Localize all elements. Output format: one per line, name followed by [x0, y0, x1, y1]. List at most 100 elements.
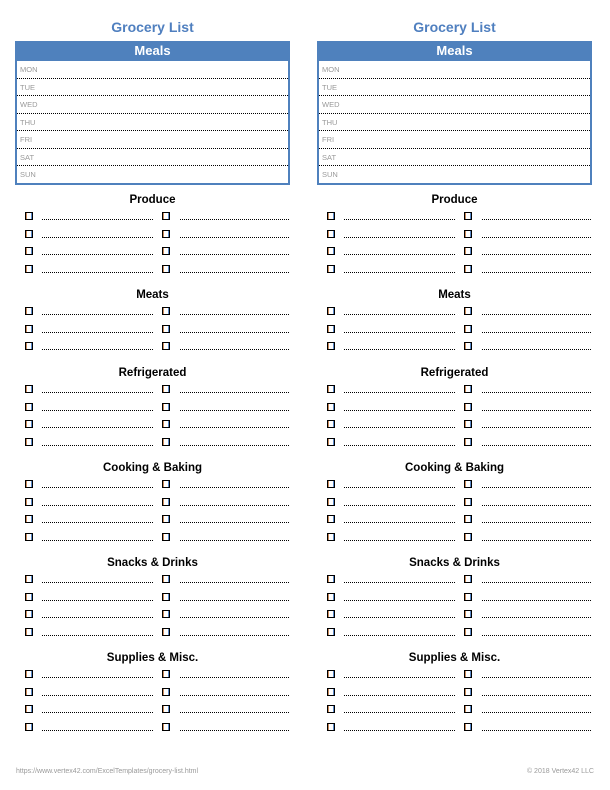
meal-row-wed[interactable]: WED [319, 96, 590, 114]
checkbox[interactable] [327, 324, 335, 333]
meal-row-mon[interactable]: MON [319, 61, 590, 79]
checkbox[interactable] [327, 532, 335, 541]
checkbox[interactable] [25, 575, 33, 583]
checkbox[interactable] [464, 497, 472, 506]
item-entry-line[interactable] [344, 427, 455, 428]
item-entry-line[interactable] [344, 392, 455, 393]
checkbox[interactable] [327, 705, 335, 713]
item-entry-line[interactable] [482, 617, 591, 618]
item-entry-line[interactable] [42, 582, 153, 583]
item-entry-line[interactable] [344, 254, 455, 255]
item-entry-line[interactable] [344, 314, 455, 315]
checkbox[interactable] [327, 247, 335, 255]
item-entry-line[interactable] [42, 712, 153, 713]
item-entry-line[interactable] [42, 504, 153, 506]
meal-row-fri[interactable]: FRI [17, 131, 288, 149]
checkbox[interactable] [162, 627, 170, 636]
item-entry-line[interactable] [344, 634, 455, 636]
item-entry-line[interactable] [482, 694, 591, 696]
checkbox[interactable] [25, 592, 33, 601]
item-entry-line[interactable] [180, 634, 289, 636]
checkbox[interactable] [327, 722, 335, 731]
checkbox[interactable] [25, 610, 33, 618]
item-entry-line[interactable] [180, 539, 289, 541]
item-entry-line[interactable] [180, 254, 289, 255]
checkbox[interactable] [162, 610, 170, 618]
checkbox[interactable] [162, 515, 170, 523]
item-entry-line[interactable] [344, 522, 455, 523]
checkbox[interactable] [327, 670, 335, 678]
meal-row-tue[interactable]: TUE [17, 79, 288, 96]
item-entry-line[interactable] [42, 599, 153, 601]
item-entry-line[interactable] [482, 504, 591, 506]
checkbox[interactable] [327, 385, 335, 393]
item-entry-line[interactable] [180, 617, 289, 618]
checkbox[interactable] [162, 212, 170, 220]
item-entry-line[interactable] [180, 504, 289, 506]
checkbox[interactable] [327, 307, 335, 315]
checkbox[interactable] [162, 687, 170, 696]
checkbox[interactable] [162, 247, 170, 255]
checkbox[interactable] [327, 627, 335, 636]
item-entry-line[interactable] [344, 677, 455, 678]
item-entry-line[interactable] [344, 331, 455, 333]
checkbox[interactable] [464, 575, 472, 583]
checkbox[interactable] [327, 342, 335, 350]
meal-row-sun[interactable]: SUN [17, 166, 288, 184]
checkbox[interactable] [162, 437, 170, 446]
checkbox[interactable] [162, 480, 170, 488]
checkbox[interactable] [464, 722, 472, 731]
checkbox[interactable] [327, 402, 335, 411]
checkbox[interactable] [464, 307, 472, 315]
checkbox[interactable] [327, 420, 335, 428]
checkbox[interactable] [162, 420, 170, 428]
item-entry-line[interactable] [42, 444, 153, 446]
item-entry-line[interactable] [42, 729, 153, 731]
checkbox[interactable] [464, 402, 472, 411]
checkbox[interactable] [327, 264, 335, 273]
item-entry-line[interactable] [180, 694, 289, 696]
checkbox[interactable] [162, 229, 170, 238]
item-entry-line[interactable] [482, 254, 591, 255]
item-entry-line[interactable] [42, 677, 153, 678]
checkbox[interactable] [162, 342, 170, 350]
checkbox[interactable] [25, 437, 33, 446]
checkbox[interactable] [464, 420, 472, 428]
item-entry-line[interactable] [482, 236, 591, 238]
item-entry-line[interactable] [180, 582, 289, 583]
checkbox[interactable] [327, 480, 335, 488]
checkbox[interactable] [162, 670, 170, 678]
meal-row-thu[interactable]: THU [17, 114, 288, 131]
checkbox[interactable] [464, 705, 472, 713]
item-entry-line[interactable] [180, 409, 289, 411]
checkbox[interactable] [25, 627, 33, 636]
meal-row-thu[interactable]: THU [319, 114, 590, 131]
item-entry-line[interactable] [482, 444, 591, 446]
item-entry-line[interactable] [482, 599, 591, 601]
item-entry-line[interactable] [344, 712, 455, 713]
checkbox[interactable] [464, 437, 472, 446]
checkbox[interactable] [327, 687, 335, 696]
checkbox[interactable] [25, 307, 33, 315]
item-entry-line[interactable] [180, 729, 289, 731]
checkbox[interactable] [25, 212, 33, 220]
checkbox[interactable] [464, 532, 472, 541]
item-entry-line[interactable] [344, 582, 455, 583]
item-entry-line[interactable] [344, 539, 455, 541]
item-entry-line[interactable] [180, 271, 289, 273]
checkbox[interactable] [464, 229, 472, 238]
item-entry-line[interactable] [180, 219, 289, 220]
checkbox[interactable] [25, 670, 33, 678]
item-entry-line[interactable] [482, 219, 591, 220]
checkbox[interactable] [464, 670, 472, 678]
checkbox[interactable] [327, 610, 335, 618]
checkbox[interactable] [162, 385, 170, 393]
item-entry-line[interactable] [180, 522, 289, 523]
item-entry-line[interactable] [42, 617, 153, 618]
checkbox[interactable] [327, 575, 335, 583]
meal-row-wed[interactable]: WED [17, 96, 288, 114]
item-entry-line[interactable] [482, 331, 591, 333]
item-entry-line[interactable] [482, 522, 591, 523]
checkbox[interactable] [464, 385, 472, 393]
checkbox[interactable] [25, 722, 33, 731]
